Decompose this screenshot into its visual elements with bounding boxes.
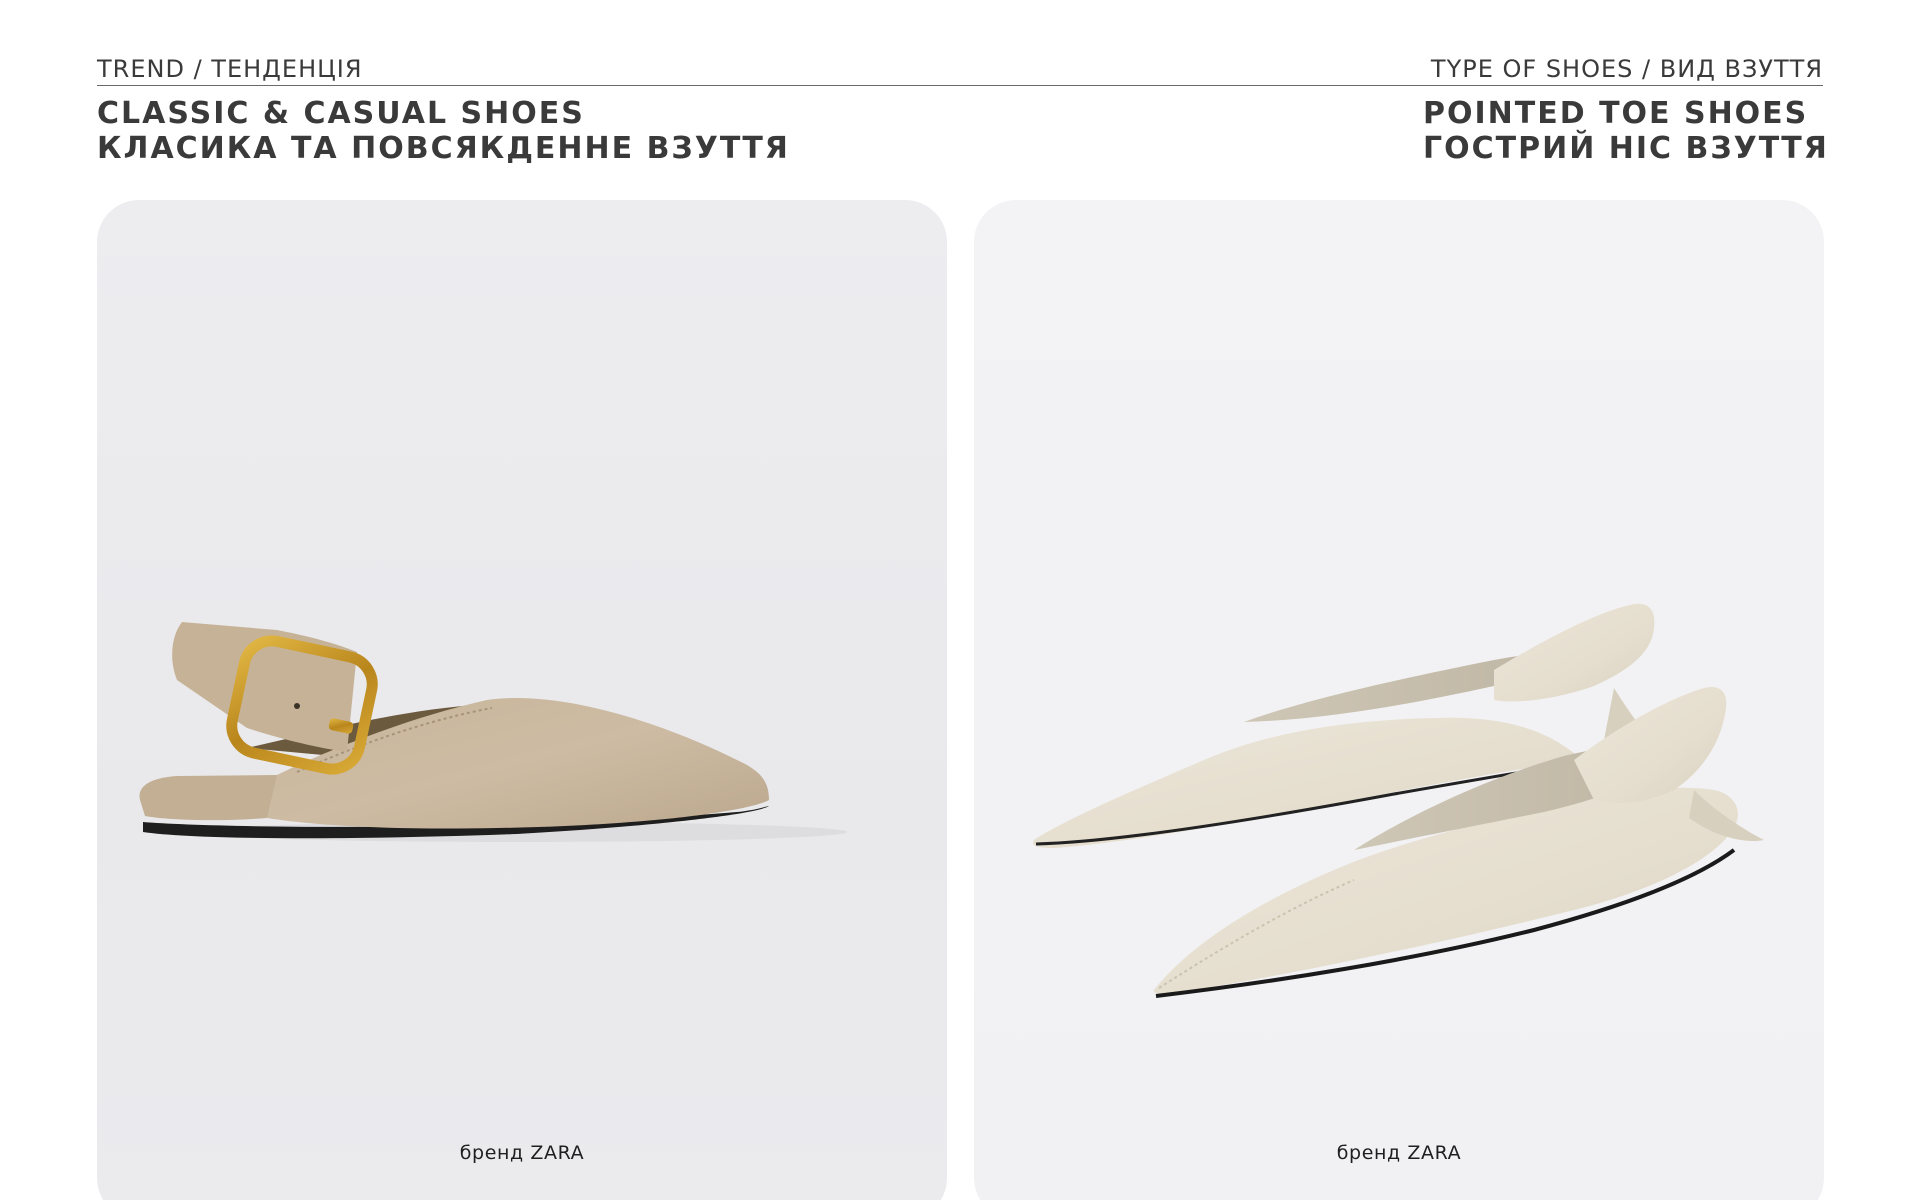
header-top-row: TREND / ТЕНДЕНЦІЯ TYPE OF SHOES / ВИД ВЗ… <box>97 52 1823 86</box>
header: TREND / ТЕНДЕНЦІЯ TYPE OF SHOES / ВИД ВЗ… <box>97 52 1829 166</box>
type-label: TYPE OF SHOES / ВИД ВЗУТТЯ <box>1430 55 1823 83</box>
product-card-pointed-toe: бренд ZARA <box>974 200 1824 1200</box>
trend-title-en: CLASSIC & CASUAL SHOES <box>97 96 585 131</box>
brand-label-zara: бренд ZARA <box>1336 1142 1462 1164</box>
type-title-ua: ГОСТРИЙ НІС ВЗУТТЯ <box>1423 131 1829 166</box>
trend-title-ua: КЛАСИКА ТА ПОВСЯКДЕННЕ ВЗУТТЯ <box>97 131 790 166</box>
header-titles: CLASSIC & CASUAL SHOES КЛАСИКА ТА ПОВСЯК… <box>97 96 1829 166</box>
pointed-toe-slingback-image <box>1032 603 1764 998</box>
page: TREND / ТЕНДЕНЦІЯ TYPE OF SHOES / ВИД ВЗ… <box>0 0 1920 1200</box>
product-card-suede-slingback: бренд ZARA <box>97 200 947 1200</box>
type-title-en: POINTED TOE SHOES <box>1423 96 1809 131</box>
type-title: POINTED TOE SHOES ГОСТРИЙ НІС ВЗУТТЯ <box>1423 96 1829 166</box>
suede-slingback-image <box>139 622 847 842</box>
brand-label-zara: бренд ZARA <box>459 1142 585 1164</box>
trend-title: CLASSIC & CASUAL SHOES КЛАСИКА ТА ПОВСЯК… <box>97 96 790 166</box>
trend-label: TREND / ТЕНДЕНЦІЯ <box>97 55 363 83</box>
